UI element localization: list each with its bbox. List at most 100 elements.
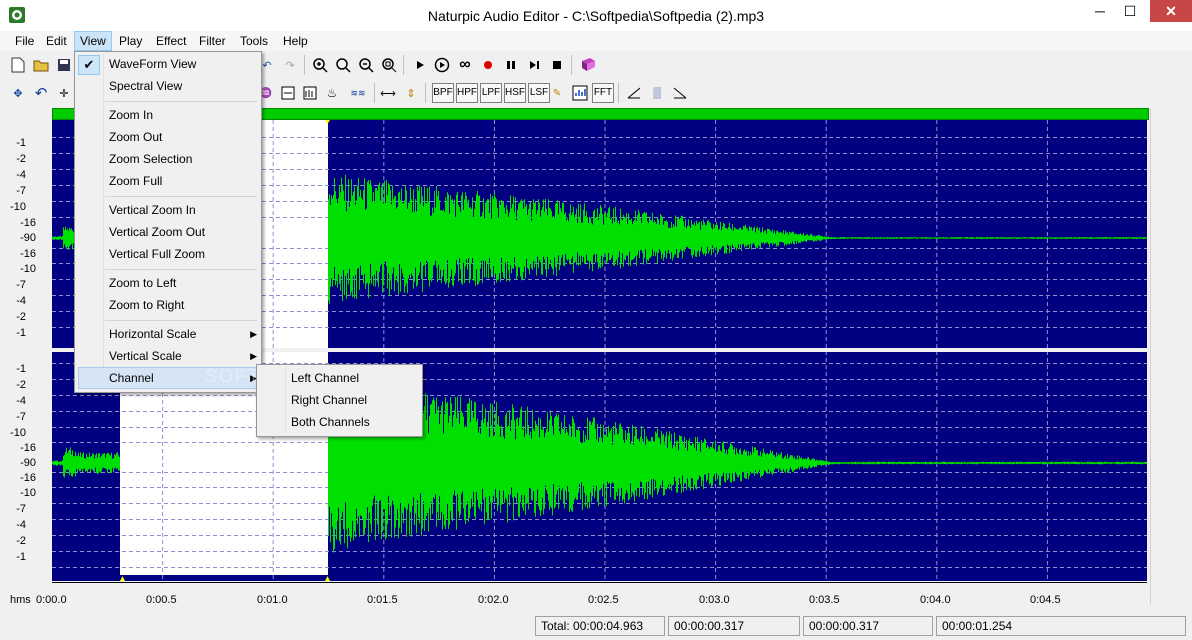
noise-icon[interactable]: ▒ [647, 83, 667, 103]
total-duration: Total: 00:00:04.963 [535, 616, 665, 636]
y-label: -16 [20, 217, 36, 229]
menu-item-zoom-out[interactable]: Zoom Out [109, 126, 162, 148]
y-axis: -1 -2 -4 -7 -10 -16 -90 -16 -10 -7 -4 -2… [0, 120, 52, 580]
y-label: -1 [16, 363, 26, 375]
menu-bar: File Edit View Play Effect Filter Tools … [0, 31, 1192, 51]
menu-item-zoom-in[interactable]: Zoom In [109, 104, 153, 126]
y-label: -2 [16, 379, 26, 391]
hsf-button[interactable]: HSF [504, 83, 526, 103]
title-bar: Naturpic Audio Editor - C:\Softpedia\Sof… [0, 0, 1192, 32]
fade-out-icon[interactable] [670, 83, 690, 103]
bpf-button[interactable]: BPF [432, 83, 454, 103]
stop-icon[interactable] [547, 55, 567, 75]
zoom-in-icon[interactable] [310, 55, 330, 75]
x-tick-label: 0:00.5 [146, 594, 177, 606]
open-folder-icon[interactable] [31, 55, 51, 75]
hpf-button[interactable]: HPF [456, 83, 478, 103]
checkmark-icon: ✔ [78, 55, 100, 75]
menu-item-vertical-zoom-out[interactable]: Vertical Zoom Out [109, 221, 205, 243]
y-label: -7 [16, 185, 26, 197]
x-tick-label: 0:04.0 [920, 594, 951, 606]
y-label: -7 [16, 411, 26, 423]
menu-edit[interactable]: Edit [41, 31, 72, 51]
equalizer-icon[interactable] [570, 83, 590, 103]
loop-icon[interactable]: ∞ [455, 55, 475, 75]
menu-filter[interactable]: Filter [194, 31, 231, 51]
effect-icon-3[interactable] [300, 83, 320, 103]
select-all-icon[interactable]: ✥ [8, 83, 28, 103]
back-icon[interactable]: ↶ [31, 83, 51, 103]
new-file-icon[interactable] [8, 55, 28, 75]
y-label: -10 [20, 263, 36, 275]
y-label: -1 [16, 551, 26, 563]
zoom-out-icon[interactable] [356, 55, 376, 75]
y-label: -90 [20, 232, 36, 244]
menu-file[interactable]: File [10, 31, 39, 51]
menu-play[interactable]: Play [114, 31, 147, 51]
pause-icon[interactable] [501, 55, 521, 75]
menu-view[interactable]: View [74, 31, 112, 51]
submenu-arrow-icon: ▶ [250, 329, 257, 339]
menu-item-zoom-to-right[interactable]: Zoom to Right [109, 294, 184, 316]
effect-icon-5[interactable]: ≋≋ [346, 83, 370, 103]
menu-item-vertical-full-zoom[interactable]: Vertical Full Zoom [109, 243, 205, 265]
y-label: -1 [16, 327, 26, 339]
menu-tools[interactable]: Tools [235, 31, 273, 51]
y-label: -2 [16, 153, 26, 165]
redo-icon[interactable]: ↷ [280, 55, 300, 75]
y-label: -2 [16, 535, 26, 547]
menu-item-right-channel[interactable]: Right Channel [291, 389, 367, 411]
selection-length: 00:00:01.254 [936, 616, 1186, 636]
fade-in-icon[interactable] [624, 83, 644, 103]
step-forward-icon[interactable] [524, 55, 544, 75]
y-label: -4 [16, 395, 26, 407]
menu-item-both-channels[interactable]: Both Channels [291, 411, 370, 433]
save-icon[interactable] [54, 55, 74, 75]
stretch-icon[interactable]: ⟷ [378, 83, 398, 103]
selection-end: 00:00:00.317 [803, 616, 933, 636]
pitch-icon[interactable]: ⇕ [401, 83, 421, 103]
menu-item-left-channel[interactable]: Left Channel [291, 367, 359, 389]
y-label: -7 [16, 279, 26, 291]
zoom-full-icon[interactable] [379, 55, 399, 75]
y-label: -10 [20, 487, 36, 499]
menu-item-zoom-selection[interactable]: Zoom Selection [109, 148, 192, 170]
x-tick-label: 0:00.0 [36, 594, 67, 606]
menu-help[interactable]: Help [278, 31, 313, 51]
lpf-button[interactable]: LPF [480, 83, 502, 103]
menu-item-horizontal-scale[interactable]: Horizontal Scale ▶ [109, 323, 257, 345]
book-icon[interactable] [578, 55, 598, 75]
zoom-selection-icon[interactable] [333, 55, 353, 75]
menu-item-spectral-view[interactable]: Spectral View [109, 75, 182, 97]
selection-start: 00:00:00.317 [668, 616, 800, 636]
record-icon[interactable] [478, 55, 498, 75]
menu-item-waveform-view[interactable]: WaveForm View [109, 53, 196, 75]
effect-icon-2[interactable] [278, 83, 298, 103]
fft-button[interactable]: FFT [592, 83, 614, 103]
vertical-scrollbar[interactable] [1150, 108, 1181, 604]
minimize-button[interactable]: ─ [1085, 0, 1115, 22]
y-label: -10 [10, 201, 26, 213]
selection-marker-bottom [120, 576, 330, 581]
x-tick-label: 0:02.5 [588, 594, 619, 606]
play-selection-icon[interactable] [432, 55, 452, 75]
view-menu-dropdown: ✔ WaveForm View Spectral View Zoom In Zo… [74, 51, 262, 393]
cursor-icon[interactable]: ✛ [54, 83, 74, 103]
y-label: -10 [10, 427, 26, 439]
menu-effect[interactable]: Effect [151, 31, 191, 51]
maximize-button[interactable]: ☐ [1115, 0, 1145, 22]
y-label: -4 [16, 169, 26, 181]
menu-item-vertical-zoom-in[interactable]: Vertical Zoom In [109, 199, 196, 221]
play-icon[interactable] [410, 55, 430, 75]
menu-item-zoom-full[interactable]: Zoom Full [109, 170, 162, 192]
y-label: -7 [16, 503, 26, 515]
effect-icon-4[interactable]: ♨ [322, 83, 342, 103]
x-tick-label: 0:02.0 [478, 594, 509, 606]
y-label: -1 [16, 137, 26, 149]
menu-item-zoom-to-left[interactable]: Zoom to Left [109, 272, 176, 294]
y-label: -4 [16, 519, 26, 531]
menu-item-vertical-scale[interactable]: Vertical Scale ▶ [109, 345, 257, 367]
x-axis: 0:00.0 0:00.5 0:01.0 0:01.5 0:02.0 0:02.… [0, 594, 1192, 608]
eq-icon[interactable]: ✎ [547, 83, 567, 103]
close-button[interactable]: ✕ [1150, 0, 1192, 22]
